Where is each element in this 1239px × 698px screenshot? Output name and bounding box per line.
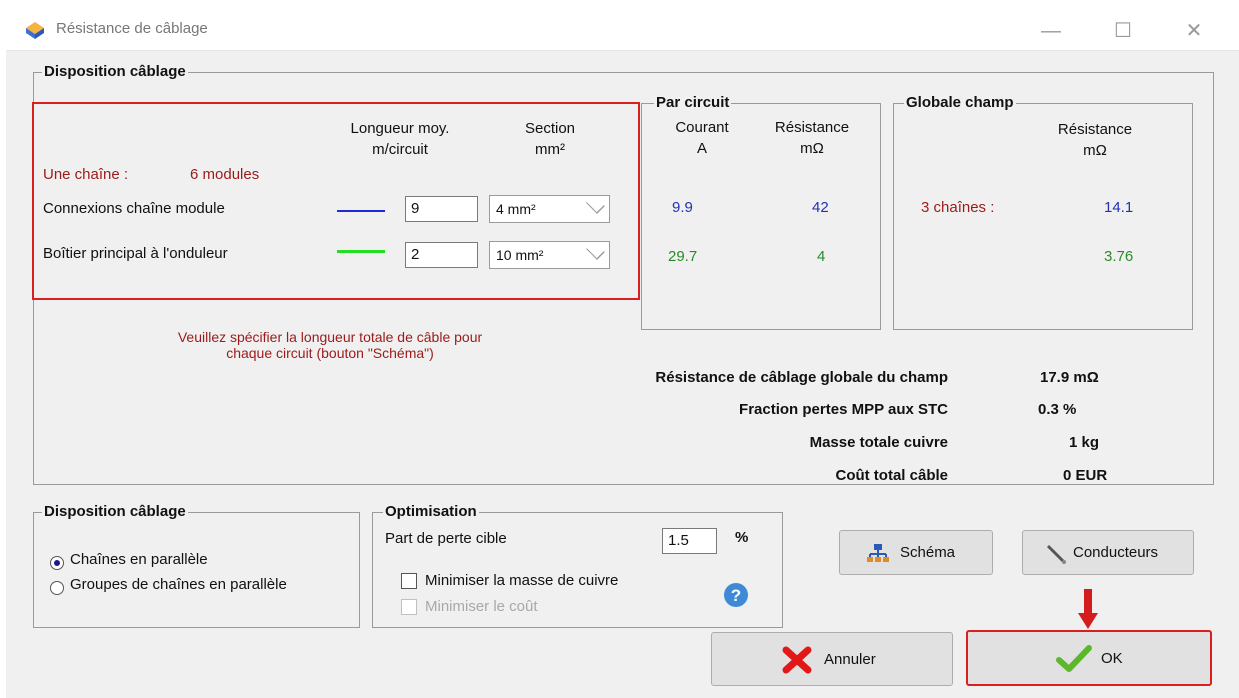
current-header-line2: A (696, 140, 707, 157)
target-loss-unit: % (735, 529, 749, 546)
ok-button[interactable]: OK (966, 630, 1212, 686)
section-select-main-box[interactable]: 10 mm² (489, 241, 610, 269)
summary-value-resistance: 17.9 mΩ (1040, 369, 1099, 386)
checkbox-minimise-cost[interactable] (401, 599, 417, 615)
circuit-resistance-header-line1: Résistance (774, 119, 850, 136)
summary-label-copper-mass: Masse totale cuivre (809, 434, 948, 451)
target-loss-input[interactable]: 1.5 (662, 528, 717, 554)
current-header: Courant A (655, 119, 749, 157)
arrow-down-icon (1078, 589, 1098, 629)
wrench-icon (1047, 545, 1066, 564)
instruction-note-line2: chaque circuit (bouton "Schéma") (226, 345, 434, 361)
global-field-title: Globale champ (904, 94, 1016, 112)
circuit-resistance-header: Résistance mΩ (762, 119, 862, 157)
schema-button[interactable]: Schéma (839, 530, 993, 575)
conductors-button-label: Conducteurs (1073, 544, 1159, 561)
schema-button-label: Schéma (900, 544, 956, 561)
circuit-resistance-1: 42 (812, 199, 829, 216)
global-resistance-header: Résistance mΩ (1040, 121, 1150, 159)
summary-value-cable-cost: 0 EUR (1063, 467, 1108, 484)
length-header-line2: m/circuit (372, 141, 428, 158)
cancel-x-icon (782, 646, 812, 674)
global-resistance-2: 3.76 (1104, 248, 1134, 265)
row-label-module-connections: Connexions chaîne module (43, 200, 225, 217)
summary-label-loss-fraction: Fraction pertes MPP aux STC (739, 401, 948, 418)
summary-value-copper-mass: 1 kg (1069, 434, 1100, 451)
chain-label: Une chaîne : (43, 166, 129, 183)
section-header: Section mm² (500, 120, 600, 158)
per-circuit-title: Par circuit (654, 94, 732, 112)
length-input-module-connections[interactable]: 9 (405, 196, 478, 222)
section-header-line1: Section (524, 120, 576, 137)
chevron-down-icon (586, 195, 605, 214)
radio-chains-parallel-label[interactable]: Chaînes en parallèle (70, 551, 208, 568)
summary-label-resistance: Résistance de câblage globale du champ (655, 369, 948, 386)
summary-value-loss-fraction: 0.3 % (1038, 401, 1077, 418)
chevron-down-icon (586, 241, 605, 260)
checkmark-icon (1056, 645, 1092, 672)
schema-tree-icon (867, 544, 889, 562)
circuit-current-1: 9.9 (672, 199, 693, 216)
title-bar: Résistance de câblage — ☐ ✕ (6, 8, 1239, 51)
radio-chains-parallel[interactable] (50, 556, 64, 570)
current-header-line1: Courant (675, 119, 729, 136)
checkbox-minimise-cost-label[interactable]: Minimiser le coût (425, 598, 538, 615)
global-resistance-header-line2: mΩ (1083, 142, 1107, 159)
close-button[interactable]: ✕ (1174, 16, 1214, 46)
global-resistance-header-line1: Résistance (1057, 121, 1133, 138)
conductors-button[interactable]: Conducteurs (1022, 530, 1194, 575)
layout-group-title: Disposition câblage (42, 503, 188, 521)
minimize-button[interactable]: — (1031, 16, 1071, 46)
instruction-note: Veuillez spécifier la longueur totale de… (100, 329, 560, 361)
checkbox-minimise-copper-label[interactable]: Minimiser la masse de cuivre (425, 572, 618, 589)
layout-group: Disposition câblage (33, 503, 360, 628)
help-icon[interactable]: ? (723, 582, 749, 608)
length-input-main-box[interactable]: 2 (405, 242, 478, 268)
cancel-button-label: Annuler (824, 651, 876, 668)
target-loss-label: Part de perte cible (385, 530, 507, 547)
cable-line-blue (337, 210, 385, 212)
optimisation-title: Optimisation (383, 503, 479, 521)
length-header-line1: Longueur moy. (350, 120, 450, 137)
summary-label-cable-cost: Coût total câble (835, 467, 948, 484)
section-header-line2: mm² (535, 141, 565, 158)
main-group-title: Disposition câblage (42, 63, 188, 81)
ok-button-label: OK (1101, 650, 1123, 667)
radio-chain-groups-parallel[interactable] (50, 581, 64, 595)
svg-text:?: ? (731, 586, 741, 605)
row-label-main-box: Boîtier principal à l'onduleur (43, 245, 228, 262)
instruction-note-line1: Veuillez spécifier la longueur totale de… (177, 329, 483, 345)
chains-count-label: 3 chaînes : (921, 199, 995, 216)
radio-chain-groups-parallel-label[interactable]: Groupes de chaînes en parallèle (70, 576, 287, 593)
cancel-button[interactable]: Annuler (711, 632, 953, 686)
window-title: Résistance de câblage (56, 20, 208, 37)
cable-line-green (337, 250, 385, 253)
circuit-current-2: 29.7 (668, 248, 698, 265)
section-select-module-connections[interactable]: 4 mm² (489, 195, 610, 223)
section-select-value: 10 mm² (496, 247, 544, 263)
app-logo-icon (26, 22, 44, 39)
maximize-button[interactable]: ☐ (1103, 16, 1143, 46)
length-header: Longueur moy. m/circuit (330, 120, 470, 158)
global-resistance-1: 14.1 (1104, 199, 1134, 216)
circuit-resistance-2: 4 (817, 248, 826, 265)
section-select-value: 4 mm² (496, 201, 536, 217)
circuit-resistance-header-line2: mΩ (800, 140, 824, 157)
chain-value: 6 modules (190, 166, 260, 183)
checkbox-minimise-copper[interactable] (401, 573, 417, 589)
